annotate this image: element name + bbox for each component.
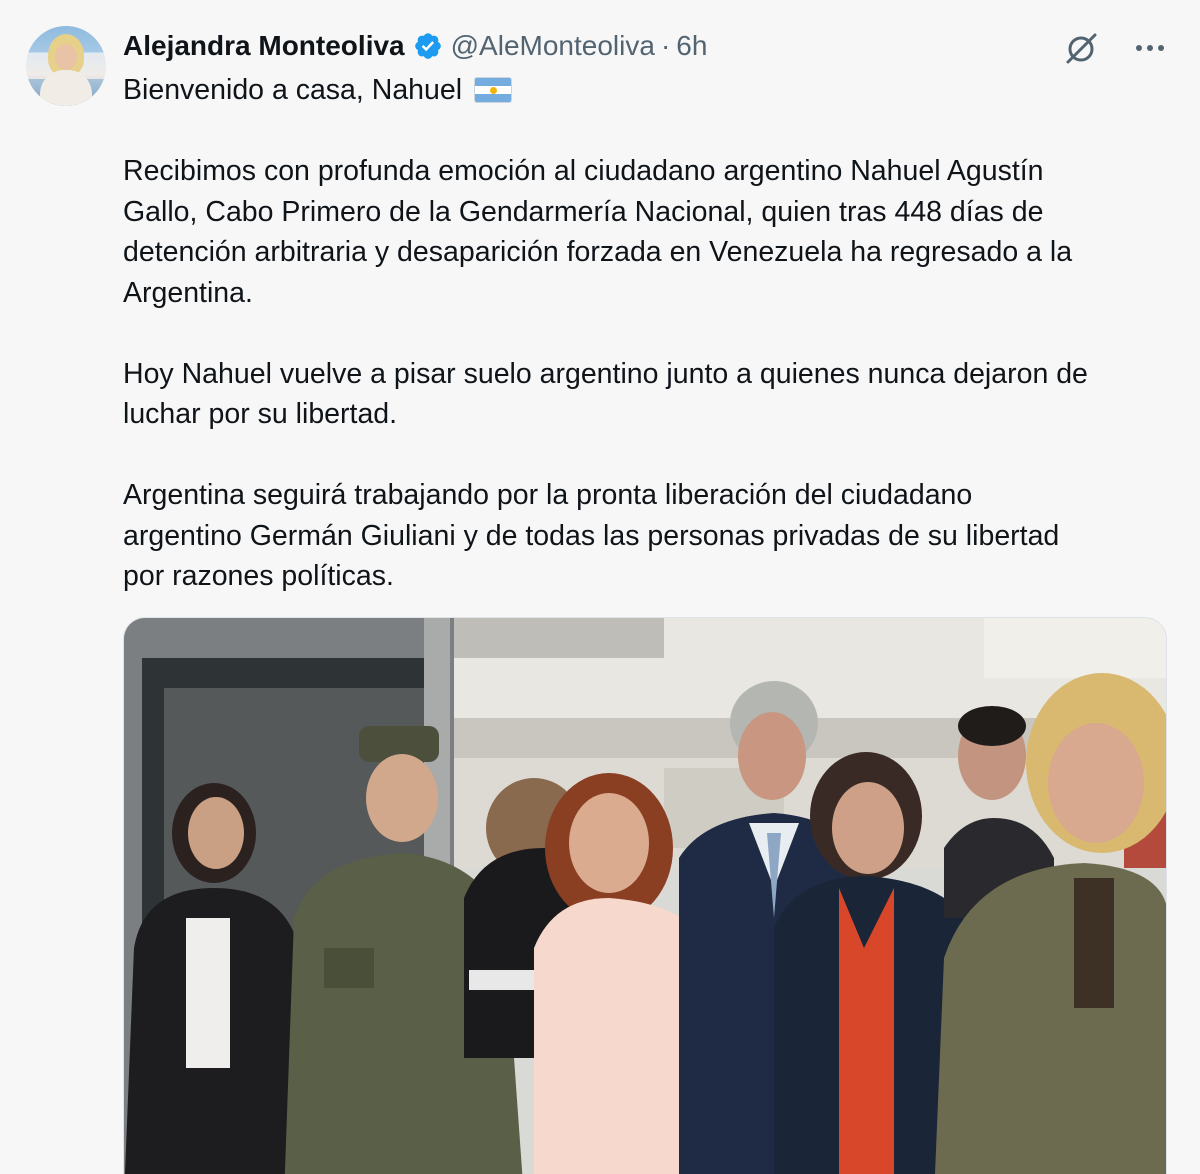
paragraph-line: detención arbitraria y desaparición forz… [123, 236, 1073, 268]
photo-illustration [124, 618, 1166, 1174]
tweet-photo[interactable] [123, 617, 1167, 1174]
tweet-first-line: Bienvenido a casa, Nahuel [123, 70, 1183, 111]
argentina-flag-icon [474, 77, 512, 103]
paragraph-line: por razones políticas. [123, 560, 394, 592]
avatar[interactable] [26, 26, 106, 106]
avatar-face [55, 44, 77, 70]
verified-badge-icon[interactable] [413, 31, 443, 61]
tweet-text: Bienvenido a casa, Nahuel Recibimos con … [123, 70, 1183, 597]
tweet-header: Alejandra Monteoliva @AleMonteoliva · 6h [123, 28, 707, 64]
paragraph-line: Recibimos con profunda emoción al ciudad… [123, 155, 1044, 187]
paragraph-line: Gallo, Cabo Primero de la Gendarmería Na… [123, 195, 1044, 228]
first-line-text: Bienvenido a casa, Nahuel [123, 74, 463, 106]
paragraph-line: argentino Germán Giuliani y de todas las… [123, 519, 1060, 552]
paragraph-line: Hoy Nahuel vuelve a pisar suelo argentin… [123, 357, 1088, 390]
tweet[interactable]: Alejandra Monteoliva @AleMonteoliva · 6h [0, 0, 1200, 1174]
tweet-actions [1062, 28, 1170, 68]
paragraph-line: Argentina. [123, 276, 253, 309]
handle[interactable]: @AleMonteoliva [451, 30, 655, 62]
avatar-body [40, 70, 92, 106]
grok-icon[interactable] [1062, 28, 1102, 68]
more-icon[interactable] [1130, 28, 1170, 68]
separator-dot: · [660, 30, 671, 61]
paragraph-line: luchar por su libertad. [123, 398, 398, 430]
paragraph-line: Argentina seguirá trabajando por la pron… [123, 479, 973, 511]
display-name[interactable]: Alejandra Monteoliva [123, 30, 405, 62]
timestamp[interactable]: 6h [676, 30, 707, 62]
